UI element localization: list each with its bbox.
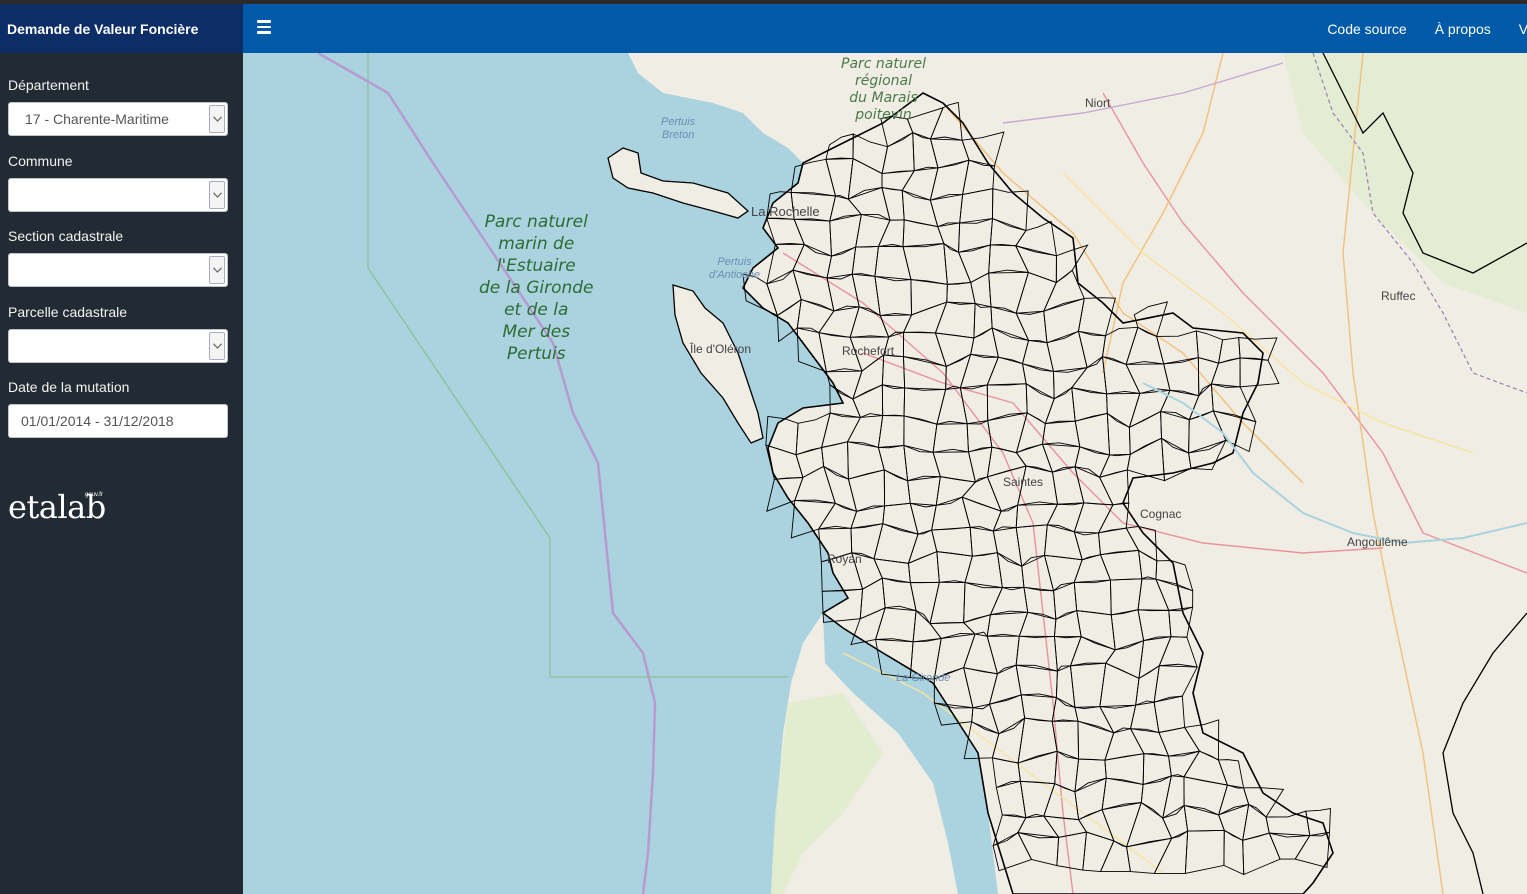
date-range-input[interactable]: 01/01/2014 - 31/12/2018 bbox=[8, 404, 228, 438]
sea-label-line: Pertuis bbox=[661, 116, 696, 128]
map-canvas[interactable] bbox=[243, 53, 1527, 894]
app-title[interactable]: Demande de Valeur Foncière bbox=[0, 4, 243, 53]
etalab-logo-suffix: gouv.fr bbox=[85, 492, 103, 498]
departement-select[interactable]: 17 - Charente-Maritime bbox=[8, 102, 228, 136]
nav-link-code-source[interactable]: Code source bbox=[1327, 21, 1406, 37]
gironde-label: La Gironde bbox=[896, 672, 951, 684]
place-cognac: Cognac bbox=[1140, 507, 1182, 521]
nav-link-a-propos[interactable]: À propos bbox=[1435, 21, 1491, 37]
place-la-rochelle: La Rochelle bbox=[751, 204, 820, 219]
date-label: Date de la mutation bbox=[8, 379, 130, 395]
departement-selected-value: 17 - Charente-Maritime bbox=[25, 111, 169, 127]
chevron-down-icon[interactable] bbox=[209, 105, 225, 133]
place-rochefort: Rochefort bbox=[842, 344, 895, 358]
nav-links: Code source À propos Vot bbox=[1299, 4, 1527, 53]
marine-park-label: Parc naturel marin de l'Estuaire de la G… bbox=[479, 211, 594, 365]
section-label: Section cadastrale bbox=[8, 228, 124, 244]
place-niort: Niort bbox=[1085, 96, 1111, 110]
place-saintes: Saintes bbox=[1003, 475, 1044, 489]
commune-label: Commune bbox=[8, 153, 73, 169]
sea-label-line: Breton bbox=[661, 129, 695, 141]
parcelle-label: Parcelle cadastrale bbox=[8, 304, 128, 320]
map-view[interactable]: Parc naturel marin de l'Estuaire de la G… bbox=[243, 53, 1527, 894]
park-label-line: et de la bbox=[504, 300, 569, 320]
park2-label-line: poitevin bbox=[855, 107, 912, 123]
place-royan: Royan bbox=[827, 552, 862, 566]
park-label-line: marin de bbox=[498, 234, 575, 254]
pertuis-antioche-label: Pertuis d'Antioche bbox=[709, 256, 760, 282]
departement-label: Département bbox=[8, 77, 89, 93]
sea-label-line: Pertuis bbox=[717, 256, 752, 268]
park-label-line: Parc naturel bbox=[484, 212, 588, 232]
park-label-line: Mer des bbox=[502, 322, 571, 342]
park2-label-line: régional bbox=[854, 73, 913, 89]
chevron-down-icon[interactable] bbox=[209, 181, 225, 209]
regional-park-label: Parc naturel régional du Marais poitevin bbox=[841, 56, 926, 124]
sidebar: Département 17 - Charente-Maritime Commu… bbox=[0, 53, 243, 894]
parcelle-select[interactable] bbox=[8, 329, 228, 363]
nav-link-votre[interactable]: Vot bbox=[1519, 21, 1527, 37]
commune-select[interactable] bbox=[8, 178, 228, 212]
top-navbar: Code source À propos Vot bbox=[243, 4, 1527, 53]
hamburger-icon[interactable] bbox=[257, 20, 271, 34]
sea-area bbox=[243, 53, 848, 894]
park-label-line: de la Gironde bbox=[479, 278, 594, 298]
chevron-down-icon[interactable] bbox=[209, 332, 225, 360]
park-label-line: l'Estuaire bbox=[496, 256, 576, 276]
etalab-logo: etalab gouv.fr bbox=[8, 488, 106, 526]
park2-label-line: Parc naturel bbox=[841, 56, 926, 72]
place-angouleme: Angoulême bbox=[1347, 535, 1408, 549]
section-select[interactable] bbox=[8, 253, 228, 287]
pertuis-breton-label: Pertuis Breton bbox=[661, 116, 695, 142]
park2-label-line: du Marais bbox=[849, 90, 918, 106]
sea-label-line: d'Antioche bbox=[709, 269, 761, 281]
chevron-down-icon[interactable] bbox=[209, 256, 225, 284]
place-ruffec: Ruffec bbox=[1381, 289, 1416, 303]
park-label-line: Pertuis bbox=[506, 344, 566, 364]
place-ile-oleron: Île d'Oléron bbox=[690, 342, 751, 356]
